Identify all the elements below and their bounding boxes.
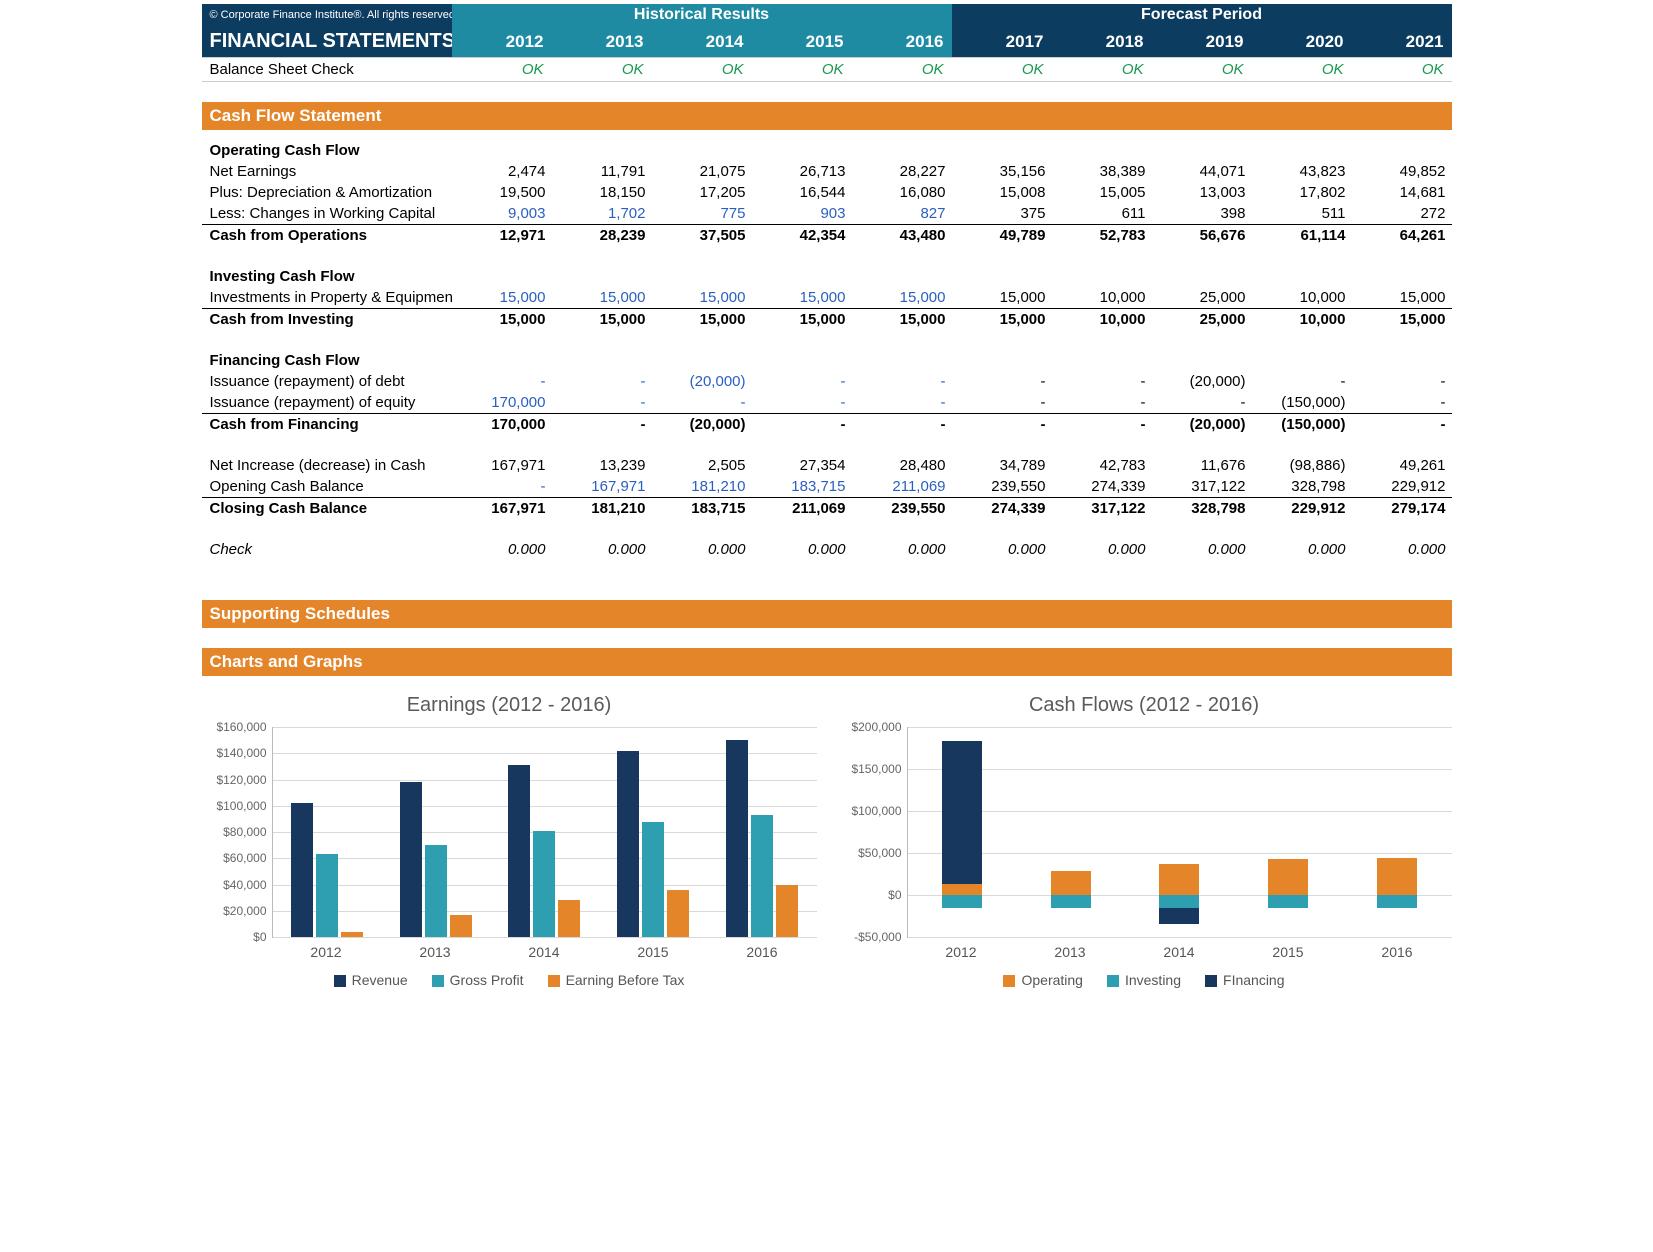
page-title: FINANCIAL STATEMENTS: [202, 26, 452, 58]
row-cash-from-financing: Cash from Financing170,000-(20,000)----(…: [202, 414, 1452, 436]
row-net-increase: Net Increase (decrease) in Cash167,97113…: [202, 455, 1452, 476]
row-icf-header: Investing Cash Flow: [202, 266, 1452, 287]
row-debt: Issuance (repayment) of debt--(20,000)--…: [202, 371, 1452, 392]
row-equity: Issuance (repayment) of equity170,000---…: [202, 392, 1452, 414]
row-ocf-header: Operating Cash Flow: [202, 140, 1452, 161]
section-cash-flow: Cash Flow Statement: [202, 102, 1452, 130]
row-cash-from-investing: Cash from Investing15,00015,00015,00015,…: [202, 309, 1452, 331]
row-closing-cash: Closing Cash Balance167,971181,210183,71…: [202, 498, 1452, 520]
chart-earnings: Earnings (2012 - 2016) $0$20,000$40,000$…: [202, 688, 817, 988]
row-depreciation: Plus: Depreciation & Amortization19,5001…: [202, 182, 1452, 203]
financial-table: © Corporate Finance Institute®. All righ…: [202, 4, 1452, 676]
section-charts-graphs: Charts and Graphs: [202, 648, 1452, 676]
forecast-label: Forecast Period: [952, 4, 1452, 26]
chart-cashflows: Cash Flows (2012 - 2016) -$50,000$0$50,0…: [837, 688, 1452, 988]
period-header-row: © Corporate Finance Institute®. All righ…: [202, 4, 1452, 26]
row-cash-from-ops: Cash from Operations12,97128,23937,50542…: [202, 225, 1452, 247]
row-fcf-header: Financing Cash Flow: [202, 350, 1452, 371]
chart-earnings-title: Earnings (2012 - 2016): [202, 694, 817, 717]
row-net-earnings: Net Earnings2,47411,79121,07526,71328,22…: [202, 161, 1452, 182]
row-working-capital: Less: Changes in Working Capital9,0031,7…: [202, 203, 1452, 225]
historical-label: Historical Results: [452, 4, 952, 26]
row-investments-pe: Investments in Property & Equipment15,00…: [202, 287, 1452, 309]
chart-cashflows-title: Cash Flows (2012 - 2016): [837, 694, 1452, 717]
row-opening-cash: Opening Cash Balance-167,971181,210183,7…: [202, 476, 1452, 498]
years-header-row: FINANCIAL STATEMENTS 2012201320142015201…: [202, 26, 1452, 58]
copyright-text: © Corporate Finance Institute®. All righ…: [202, 4, 452, 26]
balance-sheet-check-row: Balance Sheet Check OKOKOKOKOKOKOKOKOKOK: [202, 58, 1452, 82]
row-check: Check0.0000.0000.0000.0000.0000.0000.000…: [202, 539, 1452, 560]
section-supporting-schedules: Supporting Schedules: [202, 600, 1452, 628]
